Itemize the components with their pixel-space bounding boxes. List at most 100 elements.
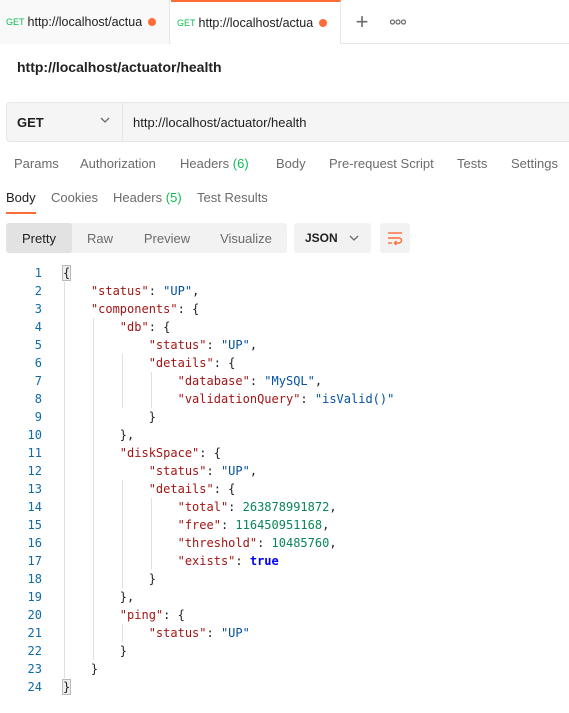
line-number: 2 xyxy=(34,284,42,298)
response-tabs: Body Cookies Headers (5) Test Results xyxy=(0,190,569,216)
code-line: 17 "exists": true xyxy=(0,552,569,570)
line-number: 21 xyxy=(27,626,42,640)
more-tabs-icon[interactable] xyxy=(388,14,408,30)
code-line: 7 "database": "MySQL", xyxy=(0,372,569,390)
response-tab-cookies[interactable]: Cookies xyxy=(51,190,98,205)
line-number: 13 xyxy=(27,482,42,496)
tab-body[interactable]: Body xyxy=(276,156,306,171)
tab-label: Pre-request Script xyxy=(329,156,434,171)
chevron-down-icon xyxy=(349,235,359,241)
code-line: 20 "ping": { xyxy=(0,606,569,624)
code-line: 24} xyxy=(0,678,569,696)
headers-count: (6) xyxy=(232,156,249,171)
code-line: 16 "threshold": 10485760, xyxy=(0,534,569,552)
code-line: 12 "status": "UP", xyxy=(0,462,569,480)
line-number: 8 xyxy=(34,392,42,406)
url-bar: GET http://localhost/actuator/health xyxy=(6,102,569,142)
tab-method-label: GET xyxy=(177,18,196,28)
code-text: } xyxy=(62,644,128,658)
code-text: "validationQuery": "isValid()" xyxy=(177,392,395,406)
unsaved-dot-icon xyxy=(147,18,156,26)
code-line: 23 } xyxy=(0,660,569,678)
request-tab-1[interactable]: GET http://localhost/actuator/health xyxy=(0,0,170,44)
line-number: 6 xyxy=(34,356,42,370)
code-text: "status": "UP" xyxy=(148,626,250,640)
code-text: "status": "UP", xyxy=(148,464,258,478)
tab-authorization[interactable]: Authorization xyxy=(80,156,156,171)
tab-label: Settings xyxy=(511,156,558,171)
method-select[interactable]: GET xyxy=(7,103,123,141)
line-number: 22 xyxy=(27,644,42,658)
code-text: }, xyxy=(62,428,135,442)
response-tab-headers[interactable]: Headers (5) xyxy=(113,190,182,205)
tab-label: Body xyxy=(276,156,306,171)
code-text: "database": "MySQL", xyxy=(177,374,323,388)
request-tab-2[interactable]: GET http://localhost/actuator/health xyxy=(171,0,341,44)
code-line: 4 "db": { xyxy=(0,318,569,336)
line-number: 5 xyxy=(34,338,42,352)
tab-settings[interactable]: Settings xyxy=(511,156,558,171)
code-text: "diskSpace": { xyxy=(119,446,221,460)
code-line: 21 "status": "UP" xyxy=(0,624,569,642)
line-number: 17 xyxy=(27,554,42,568)
code-text: } xyxy=(62,410,156,424)
url-input[interactable]: http://localhost/actuator/health xyxy=(124,103,306,141)
line-number: 24 xyxy=(27,680,42,694)
tab-url-label: http://localhost/actuator/health xyxy=(198,16,313,30)
code-text: "threshold": 10485760, xyxy=(177,536,337,550)
format-pretty-button[interactable]: Pretty xyxy=(6,223,72,253)
code-line: 14 "total": 263878991872, xyxy=(0,498,569,516)
tab-label: Authorization xyxy=(80,156,156,171)
tab-tests[interactable]: Tests xyxy=(457,156,487,171)
code-line: 1{ xyxy=(0,264,569,282)
request-title[interactable]: http://localhost/actuator/health xyxy=(17,59,222,75)
response-tab-test-results[interactable]: Test Results xyxy=(197,190,268,205)
tab-label: Test Results xyxy=(197,190,268,205)
response-tab-body[interactable]: Body xyxy=(6,190,36,214)
tab-pre-request-script[interactable]: Pre-request Script xyxy=(329,156,434,171)
code-text: "free": 116450951168, xyxy=(177,518,330,532)
code-line: 5 "status": "UP", xyxy=(0,336,569,354)
code-text: { xyxy=(62,265,72,281)
line-number: 14 xyxy=(27,500,42,514)
response-body-viewer[interactable]: 1{2 "status": "UP", 3 "components": {4 "d… xyxy=(0,264,569,696)
format-raw-button[interactable]: Raw xyxy=(72,223,128,253)
code-line: 19 }, xyxy=(0,588,569,606)
line-number: 9 xyxy=(34,410,42,424)
line-number: 20 xyxy=(27,608,42,622)
code-text: "ping": { xyxy=(119,608,185,622)
tab-label: Cookies xyxy=(51,190,98,205)
wrap-lines-icon xyxy=(388,232,403,246)
code-line: 18 } xyxy=(0,570,569,588)
code-line: 6 "details": { xyxy=(0,354,569,372)
code-text: "status": "UP", xyxy=(148,338,258,352)
line-number: 15 xyxy=(27,518,42,532)
code-line: 3 "components": { xyxy=(0,300,569,318)
language-select[interactable]: JSON xyxy=(294,223,371,253)
format-preview-button[interactable]: Preview xyxy=(128,223,206,253)
line-number: 11 xyxy=(27,446,42,460)
tab-strip: GET http://localhost/actuator/health GET… xyxy=(0,0,569,44)
tab-label: Body xyxy=(6,190,36,205)
tab-method-label: GET xyxy=(6,17,25,27)
line-number: 7 xyxy=(34,374,42,388)
line-number: 10 xyxy=(27,428,42,442)
tab-params[interactable]: Params xyxy=(14,156,59,171)
tab-headers[interactable]: Headers (6) xyxy=(180,156,249,171)
line-number: 18 xyxy=(27,572,42,586)
code-text: "total": 263878991872, xyxy=(177,500,337,514)
code-text: "exists": true xyxy=(177,554,279,568)
wrap-lines-button[interactable] xyxy=(380,223,410,253)
code-line: 9 } xyxy=(0,408,569,426)
code-line: 2 "status": "UP", xyxy=(0,282,569,300)
line-number: 4 xyxy=(34,320,42,334)
code-line: 10 }, xyxy=(0,426,569,444)
format-visualize-button[interactable]: Visualize xyxy=(206,223,286,253)
code-lines: 1{2 "status": "UP", 3 "components": {4 "d… xyxy=(0,264,569,696)
code-text: "details": { xyxy=(148,482,236,496)
code-text: } xyxy=(62,572,156,586)
method-label: GET xyxy=(17,114,44,130)
line-number: 12 xyxy=(27,464,42,478)
new-tab-plus-icon[interactable]: + xyxy=(351,11,373,33)
code-text: "details": { xyxy=(148,356,236,370)
